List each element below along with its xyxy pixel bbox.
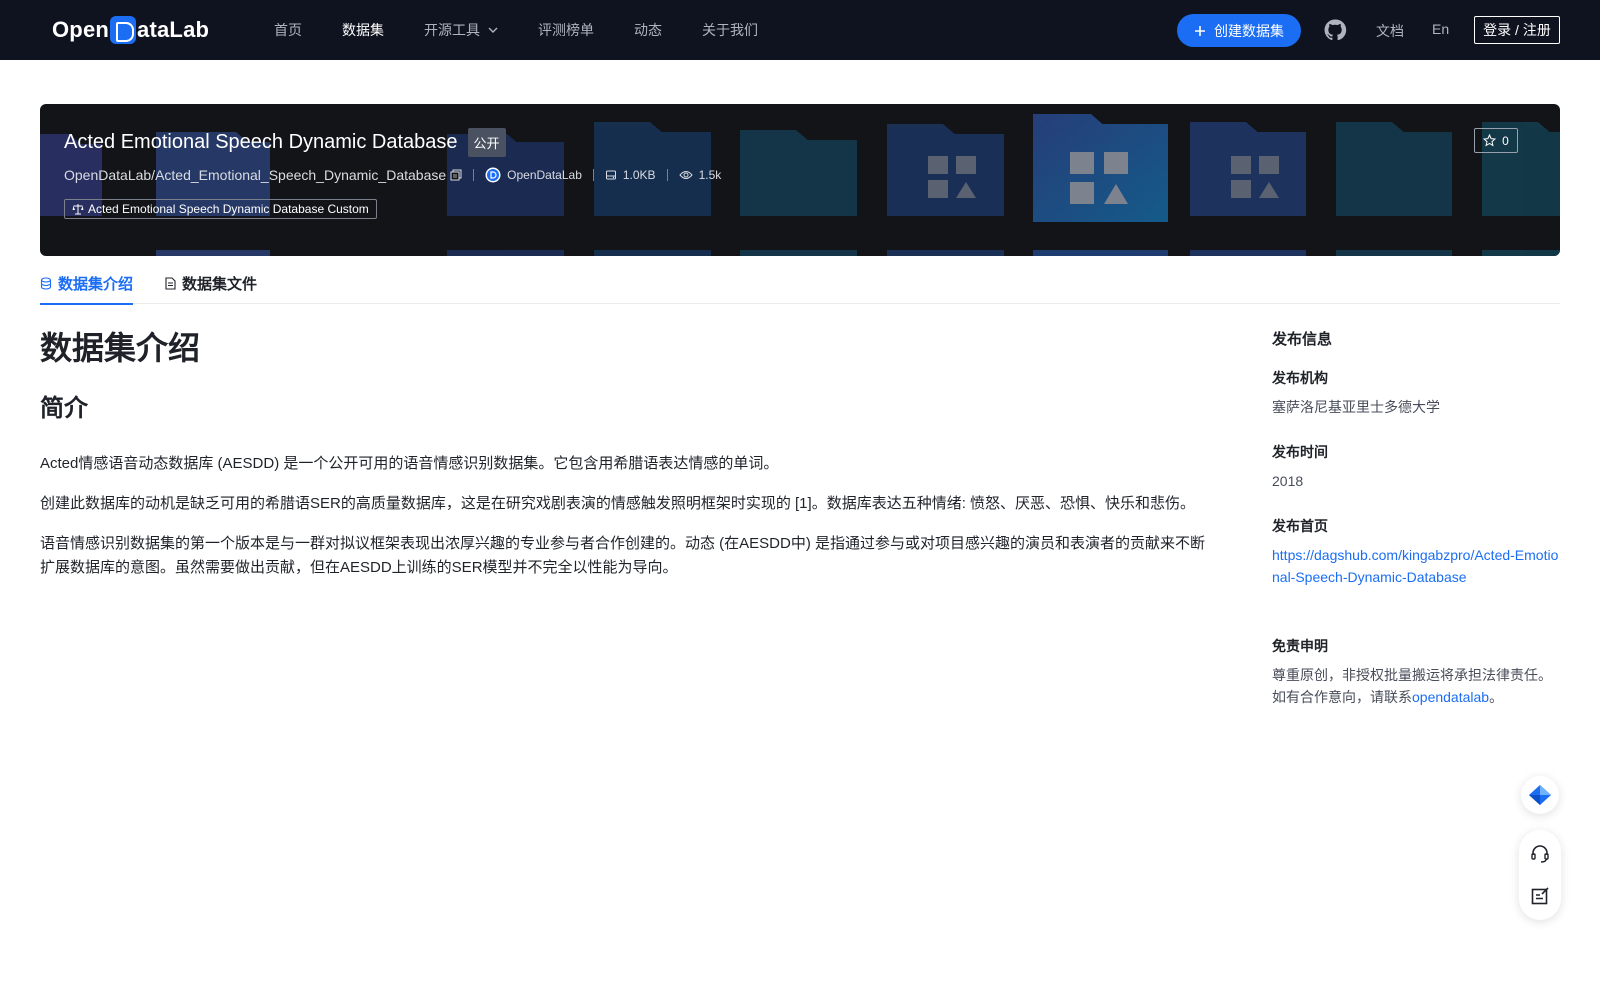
create-dataset-button[interactable]: 创建数据集 [1177,14,1301,47]
logo-text-right: ataLab [137,17,210,42]
storage-icon [605,170,616,180]
publisher-org-name: OpenDataLab [507,168,582,182]
disclaimer-line-1: 尊重原创，非授权批量搬运将承担法律责任。 [1272,667,1552,683]
contact-link[interactable]: opendatalab [1412,689,1489,705]
docs-link[interactable]: 文档 [1376,21,1404,41]
file-icon [165,276,176,290]
copy-icon[interactable] [450,169,462,181]
description-paragraph: 语音情感识别数据集的第一个版本是与一群对拟议框架表现出浓厚兴趣的专业参与者合作创… [40,535,1206,576]
star-count: 0 [1502,133,1509,148]
dataset-views-value: 1.5k [698,168,722,182]
logo-diamond-icon [1529,785,1551,805]
dataset-path: OpenDataLab/Acted_Emotional_Speech_Dynam… [64,167,447,183]
disclaimer-prefix: 如有合作意向，请联系 [1272,689,1412,705]
publish-time-label: 发布时间 [1272,444,1328,460]
edit-note-icon[interactable] [1530,886,1550,906]
visibility-badge: 公开 [467,128,506,157]
tab-dataset-intro-label: 数据集介绍 [58,275,134,293]
publish-info-title: 发布信息 [1272,331,1333,348]
disclaimer-block: 免责申明 尊重原创，非授权批量搬运将承担法律责任。 如有合作意向，请联系open… [1272,636,1560,708]
homepage-block: 发布首页 https://dagshub.com/kingabzpro/Acte… [1272,516,1560,588]
floating-assistant-button[interactable] [1521,776,1559,814]
nav-about-label: 关于我们 [702,22,758,38]
disclaimer-line-2: 如有合作意向，请联系opendatalab。 [1272,686,1560,708]
scale-icon [72,204,84,215]
summary-heading: 简介 [40,395,88,422]
publish-info-sidebar: 发布信息 发布机构 塞萨洛尼基亚里士多德大学 发布时间 2018 发布首页 ht… [1272,328,1560,708]
dataset-description: 数据集介绍 简介 Acted情感语音动态数据库 (AESDD) 是一个公开可用的… [40,326,1210,580]
dataset-size-value: 1.0KB [622,168,656,182]
opendatalab-logo[interactable]: Open ataLab [52,14,209,46]
star-icon [1483,134,1497,147]
nav-datasets-label: 数据集 [342,22,384,38]
language-switch[interactable]: En [1432,21,1449,37]
disclaimer-suffix: 。 [1489,689,1504,705]
dataset-title-row: Acted Emotional Speech Dynamic Database … [64,128,506,157]
github-icon[interactable] [1323,18,1347,42]
intro-heading: 数据集介绍 [40,330,201,366]
publisher-org[interactable]: OpenDataLab [485,167,582,183]
create-dataset-label: 创建数据集 [1214,22,1284,39]
star-button[interactable]: 0 [1474,128,1518,153]
homepage-link[interactable]: https://dagshub.com/kingabzpro/Acted-Emo… [1272,544,1560,588]
description-paragraph: Acted情感语音动态数据库 (AESDD) 是一个公开可用的语音情感识别数据集… [40,455,779,472]
headset-icon[interactable] [1530,844,1550,864]
dataset-views: 1.5k [678,168,722,182]
opendatalab-avatar-icon [485,167,501,183]
nav-home-label: 首页 [274,22,302,38]
nav-home[interactable]: 首页 [274,20,302,40]
publisher-label: 发布机构 [1272,370,1328,386]
chevron-down-icon [488,27,498,33]
database-icon [40,276,52,290]
nav-open-source-tools[interactable]: 开源工具 [424,20,498,40]
license-name: Acted Emotional Speech Dynamic Database … [88,202,369,216]
plus-icon [1195,25,1205,36]
dataset-title: Acted Emotional Speech Dynamic Database [64,131,458,153]
floating-tools [1519,830,1561,920]
license-tag: Acted Emotional Speech Dynamic Database … [64,199,377,219]
publisher-block: 发布机构 塞萨洛尼基亚里士多德大学 [1272,368,1560,418]
nav-news-label: 动态 [634,22,662,38]
publish-time-value: 2018 [1272,473,1304,489]
main-nav: 首页 数据集 开源工具 评测榜单 动态 关于我们 [274,0,798,60]
publish-time-block: 发布时间 2018 [1272,442,1560,492]
disclaimer-label: 免责申明 [1272,638,1328,654]
tab-dataset-files-label: 数据集文件 [182,275,258,293]
logo-d-icon [110,16,137,44]
dataset-meta-row: OpenDataLab/Acted_Emotional_Speech_Dynam… [64,167,721,183]
publisher-value: 塞萨洛尼基亚里士多德大学 [1272,399,1440,415]
nav-news[interactable]: 动态 [634,20,662,40]
nav-leaderboard[interactable]: 评测榜单 [538,20,594,40]
tab-dataset-intro[interactable]: 数据集介绍 [40,262,134,305]
nav-about[interactable]: 关于我们 [702,20,758,40]
login-register-button[interactable]: 登录 / 注册 [1474,16,1560,44]
logo-text-left: Open [52,17,110,42]
dataset-tabs: 数据集介绍 数据集文件 [40,262,1560,305]
eye-icon [678,171,693,179]
dataset-size: 1.0KB [605,168,656,182]
homepage-label: 发布首页 [1272,518,1328,534]
nav-leaderboard-label: 评测榜单 [538,22,594,38]
meta-divider [592,169,594,181]
nav-datasets[interactable]: 数据集 [342,20,384,40]
tab-dataset-files[interactable]: 数据集文件 [165,262,257,304]
description-paragraph: 创建此数据库的动机是缺乏可用的希腊语SER的高质量数据库，这是在研究戏剧表演的情… [40,495,1196,512]
nav-tools-label: 开源工具 [424,22,480,38]
dataset-banner: Acted Emotional Speech Dynamic Database … [40,104,1560,256]
meta-divider [666,169,668,181]
disclaimer-text: 尊重原创，非授权批量搬运将承担法律责任。 如有合作意向，请联系opendatal… [1272,664,1560,708]
top-navbar: Open ataLab 首页 数据集 开源工具 评测榜单 动态 关于我们 创建数… [0,0,1600,60]
meta-divider [473,169,475,181]
